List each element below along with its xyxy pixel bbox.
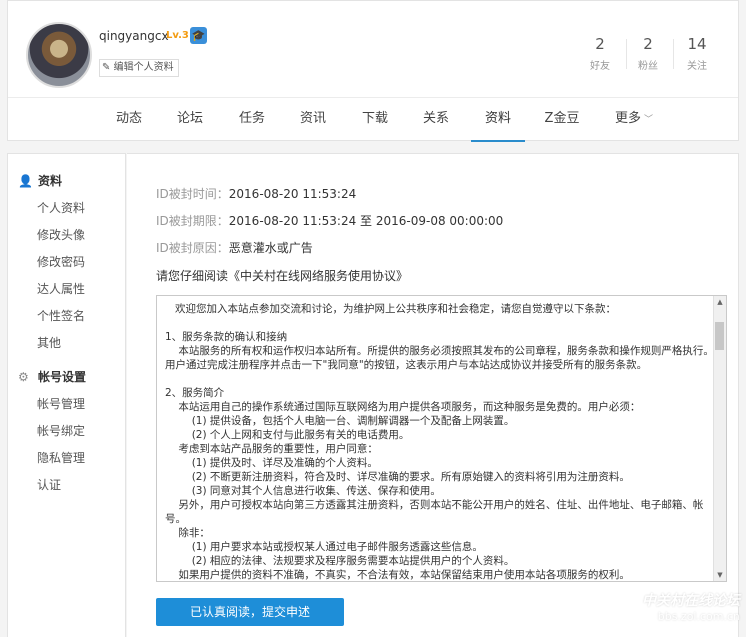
tab-profile[interactable]: 资料 <box>471 98 525 142</box>
sidebar-item-account-binding[interactable]: 帐号绑定 <box>37 422 85 439</box>
sidebar-section-profile-label: 资料 <box>38 174 63 188</box>
ban-time-value: 2016-08-20 11:53:24 <box>228 187 357 201</box>
sidebar: 👤 资料 个人资料 修改头像 修改密码 达人属性 个性签名 其他 ⚙ 帐号设置 帐号… <box>7 153 126 637</box>
site-watermark: 中关村在线论坛 bbs.zol.com.cn <box>642 590 740 623</box>
stat-following-value: 14 <box>687 35 707 53</box>
stat-fans[interactable]: 2 粉丝 <box>626 35 670 72</box>
level-badge: Lv.3 <box>166 30 189 41</box>
ban-time-label: ID被封时间： <box>156 187 229 201</box>
tab-z-beans[interactable]: Z金豆 <box>542 98 582 142</box>
ban-period-label: ID被封期限： <box>156 214 229 228</box>
ban-time-row: ID被封时间：2016-08-20 11:53:24 <box>156 185 356 202</box>
sidebar-item-privacy[interactable]: 隐私管理 <box>37 449 85 466</box>
ban-reason-label: ID被封原因： <box>156 241 229 255</box>
tab-more[interactable]: 更多 ﹀ <box>611 98 657 142</box>
sidebar-item-expert-attributes[interactable]: 达人属性 <box>37 280 85 297</box>
tab-dynamics[interactable]: 动态 <box>112 98 146 142</box>
profile-nav: 动态 论坛 任务 资讯 下载 关系 资料 Z金豆 更多 ﹀ <box>8 97 738 142</box>
user-icon: 👤 <box>18 174 33 188</box>
tab-news[interactable]: 资讯 <box>296 98 330 142</box>
gear-icon: ⚙ <box>18 370 29 384</box>
stat-friends-label: 好友 <box>590 61 610 72</box>
main-content: ID被封时间：2016-08-20 11:53:24 ID被封期限：2016-0… <box>127 153 739 637</box>
sidebar-section-profile: 👤 资料 <box>18 172 62 189</box>
stat-fans-value: 2 <box>643 35 653 53</box>
edit-profile-label: 编辑个人资料 <box>113 62 174 73</box>
ban-period-value: 2016-08-20 11:53:24 至 2016-09-08 00:00:0… <box>228 214 504 228</box>
scroll-down-arrow-icon[interactable]: ▼ <box>714 569 726 581</box>
tab-downloads[interactable]: 下载 <box>358 98 392 142</box>
watermark-line1: 中关村在线论坛 <box>642 593 740 609</box>
profile-header: qingyangcx Lv.3 🎓 ✎ 编辑个人资料 2 好友 2 粉丝 14 … <box>7 0 739 142</box>
sidebar-item-change-password[interactable]: 修改密码 <box>37 253 85 270</box>
sidebar-item-verification[interactable]: 认证 <box>37 476 61 493</box>
read-agreement-tip: 请您仔细阅读《中关村在线网络服务使用协议》 <box>156 269 409 283</box>
stat-divider <box>673 39 674 69</box>
ban-period-row: ID被封期限：2016-08-20 11:53:24 至 2016-09-08 … <box>156 212 503 229</box>
sidebar-item-change-avatar[interactable]: 修改头像 <box>37 226 85 243</box>
scroll-up-arrow-icon[interactable]: ▲ <box>714 296 726 308</box>
sidebar-item-signature[interactable]: 个性签名 <box>37 307 85 324</box>
sidebar-item-account-management[interactable]: 帐号管理 <box>37 395 85 412</box>
stat-fans-label: 粉丝 <box>638 61 658 72</box>
agreement-textarea[interactable]: 欢迎您加入本站点参加交流和讨论，为维护网上公共秩序和社会稳定，请您自觉遵守以下条… <box>156 295 727 582</box>
scroll-thumb[interactable] <box>715 322 724 350</box>
scrollbar[interactable]: ▲ ▼ <box>713 296 726 581</box>
stat-friends-value: 2 <box>595 35 605 53</box>
stat-following-label: 关注 <box>687 61 707 72</box>
avatar[interactable] <box>26 22 92 88</box>
watermark-line2: bbs.zol.com.cn <box>657 610 740 623</box>
ban-reason-value: 恶意灌水或广告 <box>228 241 313 255</box>
tab-relations[interactable]: 关系 <box>419 98 453 142</box>
ban-reason-row: ID被封原因：恶意灌水或广告 <box>156 239 313 256</box>
tab-forum[interactable]: 论坛 <box>173 98 207 142</box>
sidebar-section-account: ⚙ 帐号设置 <box>18 368 86 385</box>
graduation-cap-icon[interactable]: 🎓 <box>190 27 207 44</box>
sidebar-item-personal-info[interactable]: 个人资料 <box>37 199 85 216</box>
stat-friends[interactable]: 2 好友 <box>578 35 622 72</box>
pencil-icon: ✎ <box>102 62 111 73</box>
sidebar-section-account-label: 帐号设置 <box>38 370 87 384</box>
stat-following[interactable]: 14 关注 <box>675 35 719 72</box>
tab-more-label: 更多 <box>614 111 641 126</box>
username[interactable]: qingyangcx <box>99 29 169 43</box>
tab-tasks[interactable]: 任务 <box>235 98 269 142</box>
agreement-text: 欢迎您加入本站点参加交流和讨论，为维护网上公共秩序和社会稳定，请您自觉遵守以下条… <box>165 303 714 581</box>
submit-appeal-button[interactable]: 已认真阅读，提交申述 <box>156 598 344 626</box>
chevron-down-icon: ﹀ <box>644 115 654 125</box>
edit-profile-button[interactable]: ✎ 编辑个人资料 <box>99 59 179 77</box>
sidebar-item-other[interactable]: 其他 <box>37 334 61 351</box>
